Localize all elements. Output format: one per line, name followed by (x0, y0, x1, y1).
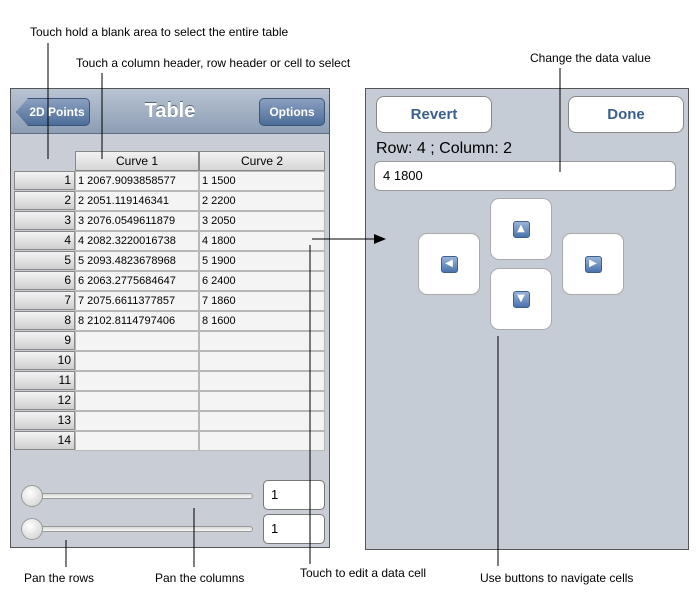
arrow-right-icon: ▶ (584, 255, 602, 273)
row-header[interactable]: 11 (14, 371, 75, 390)
table-cell[interactable]: 8 1600 (199, 311, 325, 331)
arrow-down-icon: ▼ (512, 290, 530, 308)
row-header[interactable]: 10 (14, 351, 75, 370)
table-cell[interactable]: 4 2082.3220016738 (75, 231, 199, 251)
columns-value-field[interactable]: 1 (263, 514, 325, 544)
row-header[interactable]: 2 (14, 191, 75, 210)
arrow-left-icon: ◀ (440, 255, 458, 273)
table-cell[interactable]: 7 1860 (199, 291, 325, 311)
table-cell[interactable]: 1 2067.9093858577 (75, 171, 199, 191)
table-cell[interactable] (199, 411, 325, 431)
navigate-right-button[interactable]: ▶ (562, 233, 624, 295)
row-header[interactable]: 1 (14, 171, 75, 190)
table-cell[interactable] (75, 371, 199, 391)
table-cell[interactable]: 6 2400 (199, 271, 325, 291)
cell-position-label: Row: 4 ; Column: 2 (376, 140, 513, 157)
annotation-select-header-cell: Touch a column header, row header or cel… (76, 56, 351, 70)
annotation-change-value: Change the data value (530, 51, 651, 65)
table-cell[interactable] (75, 431, 199, 451)
table-cell[interactable]: 6 2063.2775684647 (75, 271, 199, 291)
table-cell[interactable]: 2 2051.119146341 (75, 191, 199, 211)
navigation-bar: 2D Points Table Options (11, 89, 329, 134)
navigate-down-button[interactable]: ▼ (490, 268, 552, 330)
row-header[interactable]: 3 (14, 211, 75, 230)
annotation-pan-rows: Pan the rows (24, 571, 95, 585)
table-cell[interactable]: 3 2050 (199, 211, 325, 231)
row-header[interactable]: 4 (14, 231, 75, 250)
table-cell[interactable] (75, 351, 199, 371)
rows-slider-track (21, 493, 253, 499)
table-cell[interactable] (199, 431, 325, 451)
table-cell[interactable] (199, 391, 325, 411)
table-screen: 2D Points Table Options Curve 1 Curve 211… (10, 88, 330, 548)
row-header[interactable]: 8 (14, 311, 75, 330)
row-header[interactable]: 9 (14, 331, 75, 350)
rows-slider-thumb[interactable] (21, 485, 43, 507)
rows-value-field[interactable]: 1 (263, 480, 325, 510)
columns-slider[interactable] (21, 518, 253, 540)
table-cell[interactable] (75, 331, 199, 351)
revert-button[interactable]: Revert (376, 96, 492, 133)
row-header[interactable]: 6 (14, 271, 75, 290)
rows-slider[interactable] (21, 485, 253, 507)
arrow-up-icon: ▲ (512, 220, 530, 238)
table-cell[interactable] (75, 391, 199, 411)
table-cell[interactable]: 3 2076.0549611879 (75, 211, 199, 231)
row-header[interactable]: 14 (14, 431, 75, 450)
table-cell[interactable] (199, 331, 325, 351)
columns-slider-track (21, 526, 253, 532)
done-button[interactable]: Done (568, 96, 684, 133)
row-header[interactable]: 7 (14, 291, 75, 310)
annotation-select-table: Touch hold a blank area to select the en… (30, 25, 289, 39)
row-header[interactable]: 12 (14, 391, 75, 410)
column-header[interactable]: Curve 2 (199, 151, 325, 171)
table-cell[interactable]: 8 2102.8114797406 (75, 311, 199, 331)
navigate-left-button[interactable]: ◀ (418, 233, 480, 295)
table-cell[interactable]: 1 1500 (199, 171, 325, 191)
table-cell[interactable]: 5 1900 (199, 251, 325, 271)
options-button[interactable]: Options (259, 98, 325, 126)
annotation-edit-cell: Touch to edit a data cell (300, 566, 427, 580)
row-header[interactable]: 13 (14, 411, 75, 430)
table-cell[interactable] (75, 411, 199, 431)
navigate-up-button[interactable]: ▲ (490, 198, 552, 260)
column-header[interactable]: Curve 1 (75, 151, 199, 171)
table-cell[interactable]: 7 2075.6611377857 (75, 291, 199, 311)
row-header[interactable]: 5 (14, 251, 75, 270)
table-cell[interactable] (199, 371, 325, 391)
table-cell[interactable] (199, 351, 325, 371)
cell-editor-screen: Revert Done Row: 4 ; Column: 2 4 1800 ▲ … (365, 88, 689, 550)
cell-value-input[interactable]: 4 1800 (374, 161, 676, 191)
table-cell[interactable]: 2 2200 (199, 191, 325, 211)
table-cell[interactable]: 4 1800 (199, 231, 325, 251)
annotation-pan-columns: Pan the columns (155, 571, 245, 585)
columns-slider-thumb[interactable] (21, 518, 43, 540)
annotation-navigate-cells: Use buttons to navigate cells (480, 571, 634, 585)
table-cell[interactable]: 5 2093.4823678968 (75, 251, 199, 271)
